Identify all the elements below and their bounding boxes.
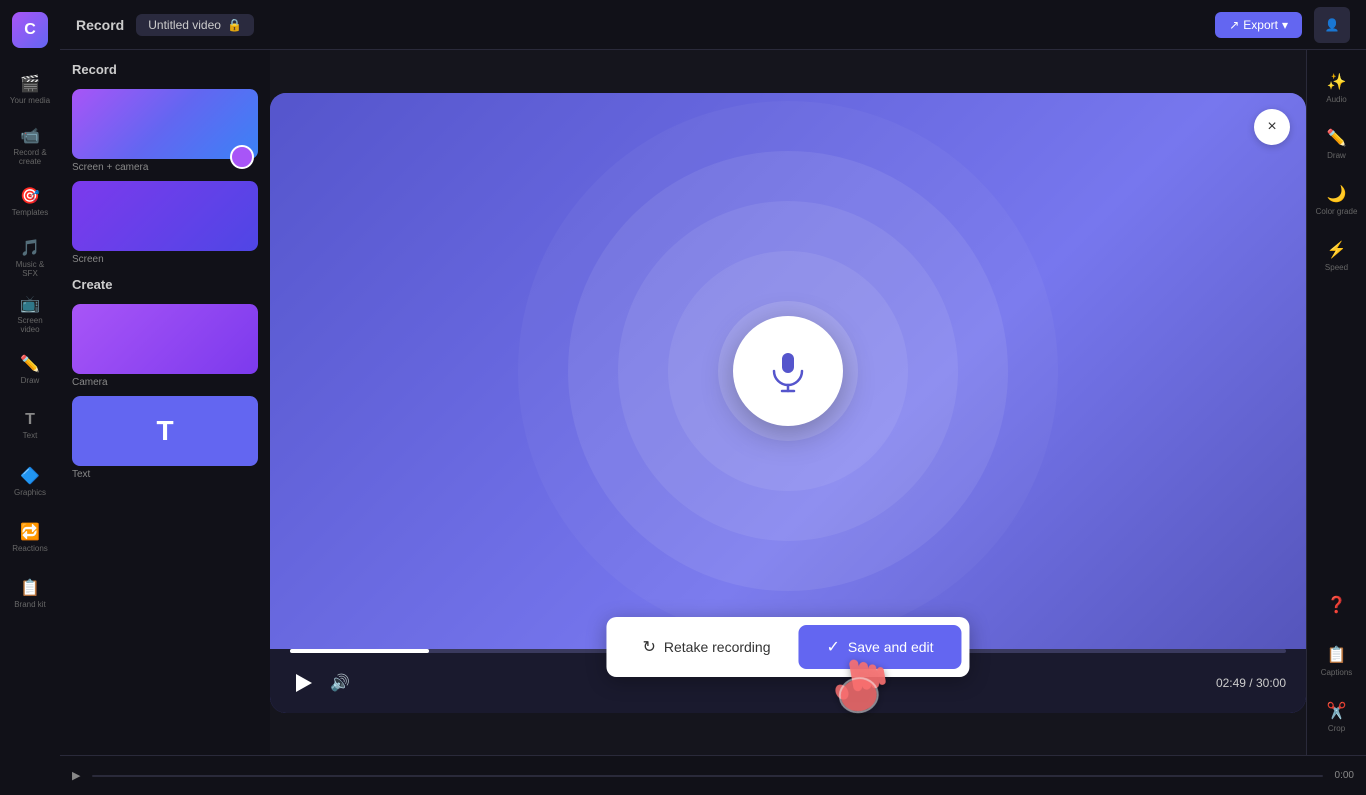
canvas-area[interactable]: × (270, 50, 1306, 755)
play-icon (296, 674, 312, 692)
screen-icon: 📺 (20, 294, 40, 314)
right-item-speed[interactable]: ⚡ Speed (1315, 230, 1359, 282)
topbar: Record Untitled video 🔒 ↗ Export ▾ 👤 (60, 0, 1366, 50)
main-area: Record Untitled video 🔒 ↗ Export ▾ 👤 Rec… (60, 0, 1366, 795)
close-icon: × (1267, 118, 1276, 136)
tab-label: Untitled video (148, 18, 221, 32)
right-item-audio[interactable]: ✨ Audio (1315, 62, 1359, 114)
thumb-label-3: Camera (72, 377, 258, 388)
reactions-icon: 🔁 (20, 522, 40, 542)
music-icon: 🎵 (20, 238, 40, 258)
tab-close-icon[interactable]: 🔒 (227, 18, 242, 32)
help-icon: ❓ (1327, 595, 1347, 615)
timeline-bar: ▶ 0:00 (60, 755, 1366, 795)
retake-icon: ↻ (642, 637, 655, 657)
speed-icon: ⚡ (1327, 240, 1347, 260)
brand-icon: 📋 (20, 578, 40, 598)
right-item-color[interactable]: 🌙 Color grade (1315, 174, 1359, 226)
content-area: Record Screen + camera Screen Create (60, 50, 1366, 755)
crop-icon: ✂️ (1327, 701, 1347, 721)
sidebar-item-graphics[interactable]: 🔷 Graphics (8, 456, 52, 508)
sidebar-item-record[interactable]: 📹 Record & create (8, 120, 52, 172)
right-item-captions[interactable]: 📋 Captions (1315, 635, 1359, 687)
app-title: Record (76, 17, 124, 33)
thumb-label-4: Text (72, 469, 258, 480)
microphone-button[interactable] (733, 316, 843, 426)
video-tab[interactable]: Untitled video 🔒 (136, 14, 254, 36)
record-icon: 📹 (20, 126, 40, 146)
sidebar-item-music[interactable]: 🎵 Music & SFX (8, 232, 52, 284)
sidebar-item-draw[interactable]: ✏️ Draw (8, 344, 52, 396)
captions-icon: 📋 (1327, 645, 1347, 665)
right-item-help[interactable]: ❓ (1315, 579, 1359, 631)
retake-label: Retake recording (664, 639, 771, 655)
panel-title: Record (72, 62, 258, 77)
graphics-icon: 🔷 (20, 466, 40, 486)
draw-icon: ✏️ (20, 354, 40, 374)
mic-icon (766, 349, 810, 393)
sidebar-item-screen-video[interactable]: 📺 Screen video (8, 288, 52, 340)
export-button[interactable]: ↗ Export ▾ (1215, 12, 1302, 38)
timeline-track[interactable] (92, 775, 1322, 777)
thumb-text[interactable]: T Text (72, 396, 258, 480)
action-buttons: ↻ Retake recording ✓ Save and edit (606, 617, 969, 677)
export-chevron-icon: ▾ (1282, 18, 1288, 32)
left-panel: Record Screen + camera Screen Create (60, 50, 270, 755)
thumb-camera[interactable]: Camera (72, 304, 258, 388)
timeline-time: 0:00 (1335, 770, 1354, 781)
right-item-draw[interactable]: ✏️ Draw (1315, 118, 1359, 170)
volume-button[interactable]: 🔊 (330, 673, 350, 693)
right-draw-icon: ✏️ (1327, 128, 1347, 148)
modal-visualization (270, 93, 1306, 649)
thumb-label-2: Screen (72, 254, 258, 265)
thumb-label-1: Screen + camera (72, 162, 258, 173)
play-button[interactable] (290, 669, 318, 697)
sidebar-item-your-media[interactable]: 🎬 Your media (8, 64, 52, 116)
sidebar-item-templates[interactable]: 🎯 Templates (8, 176, 52, 228)
right-item-crop[interactable]: ✂️ Crop (1315, 691, 1359, 743)
export-label: Export (1243, 18, 1278, 32)
time-display: 02:49 / 30:00 (1216, 676, 1286, 690)
color-grade-icon: 🌙 (1327, 184, 1347, 204)
create-title: Create (72, 277, 258, 292)
audio-icon: ✨ (1327, 72, 1347, 92)
timeline-placeholder: ▶ (72, 769, 80, 782)
right-panel: ✨ Audio ✏️ Draw 🌙 Color grade ⚡ Speed (1306, 50, 1366, 755)
thumb-screen[interactable]: Screen (72, 181, 258, 265)
volume-icon: 🔊 (330, 675, 350, 692)
sidebar-item-text[interactable]: T Text (8, 400, 52, 452)
app-logo[interactable]: C (12, 12, 48, 48)
text-icon: T (25, 411, 35, 429)
templates-icon: 🎯 (20, 186, 40, 206)
left-sidebar: C 🎬 Your media 📹 Record & create 🎯 Templ… (0, 0, 60, 795)
export-icon: ↗ (1229, 18, 1239, 32)
sidebar-item-reactions[interactable]: 🔁 Reactions (8, 512, 52, 564)
thumb-screen-camera[interactable]: Screen + camera (72, 89, 258, 173)
modal-close-button[interactable]: × (1254, 109, 1290, 145)
retake-recording-button[interactable]: ↻ Retake recording (614, 625, 798, 669)
user-avatar[interactable]: 👤 (1314, 7, 1350, 43)
sidebar-item-brand[interactable]: 📋 Brand kit (8, 568, 52, 620)
media-icon: 🎬 (20, 74, 40, 94)
modal-overlay: × (270, 50, 1306, 755)
